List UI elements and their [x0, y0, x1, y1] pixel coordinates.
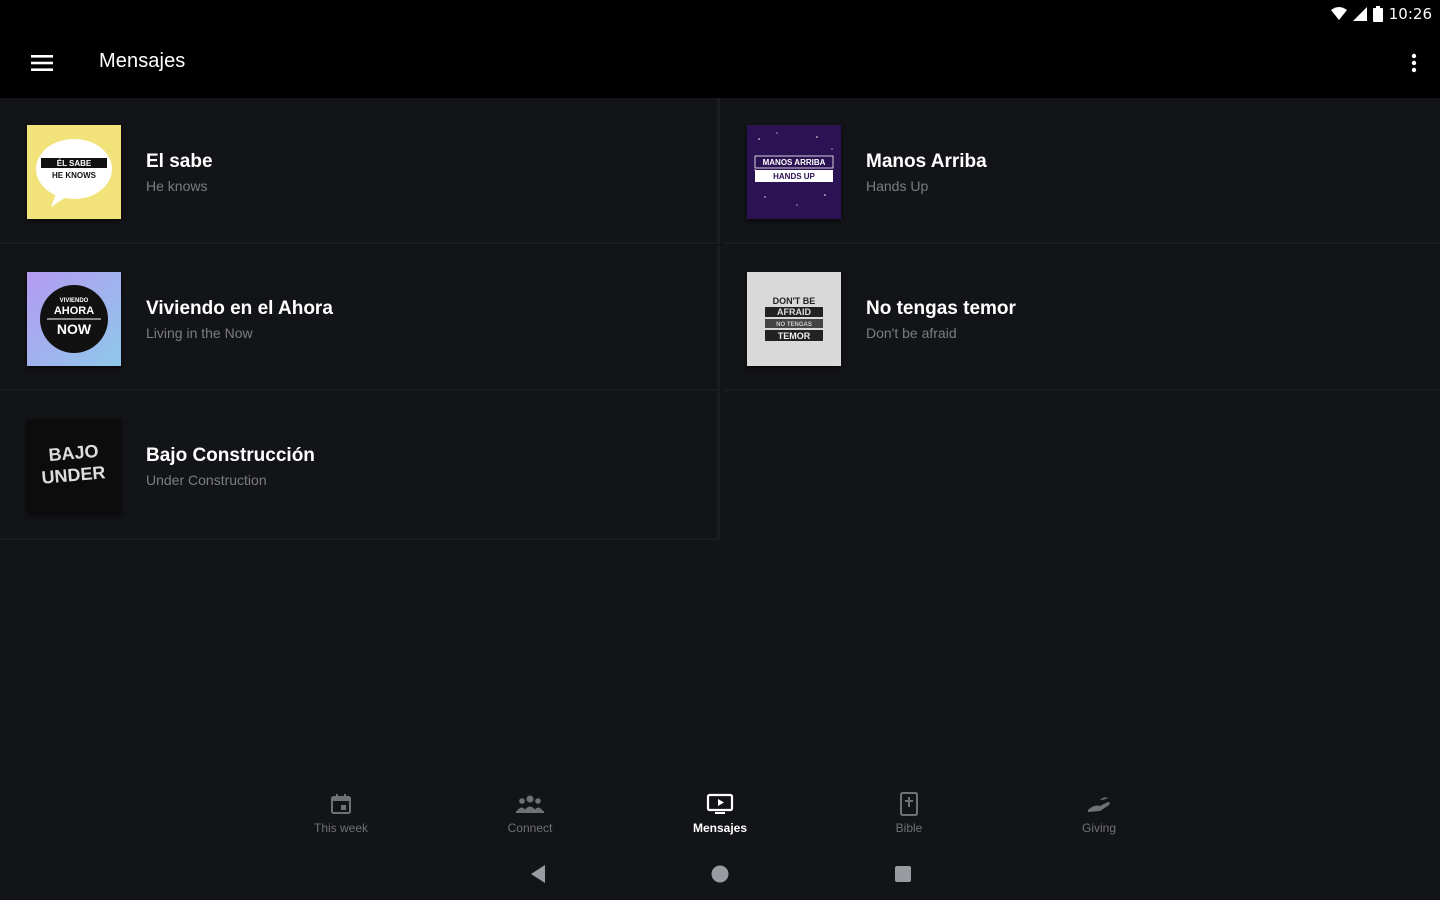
bottom-navigation: This week Connect Mensajes Bible Giving	[0, 782, 1440, 844]
message-title: Viviendo en el Ahora	[146, 298, 333, 319]
nav-label: This week	[313, 821, 369, 835]
starfield-image: MANOS ARRIBA HANDS UP	[754, 132, 834, 206]
status-bar: 10:26	[0, 0, 1440, 28]
recents-icon[interactable]	[889, 860, 917, 888]
nav-tab-bible[interactable]: Bible	[849, 790, 969, 844]
thumb-text: DON'T BE	[773, 296, 816, 306]
message-title: El sabe	[146, 151, 213, 172]
nav-tab-connect[interactable]: Connect	[470, 790, 590, 844]
message-item-bajo-construccion[interactable]: BAJO UNDER Bajo Construcción Under Const…	[0, 392, 720, 540]
message-subtitle: He knows	[146, 178, 208, 194]
thumbnail-manos-arriba: MANOS ARRIBA HANDS UP	[747, 125, 841, 219]
thumb-text: VIVIENDO	[60, 298, 89, 304]
bible-icon	[895, 790, 923, 818]
wifi-icon	[1330, 7, 1347, 20]
thumb-text: NO TENGAS	[776, 322, 812, 328]
nav-tab-this-week[interactable]: This week	[281, 790, 401, 844]
message-subtitle: Under Construction	[146, 472, 267, 488]
speech-bubble-icon: ÉL SABE HE KNOWS	[36, 139, 112, 207]
people-icon	[516, 790, 544, 818]
app-bar: Mensajes	[0, 28, 1440, 98]
nav-label: Giving	[1081, 821, 1116, 835]
tv-play-icon	[706, 790, 734, 818]
status-icons: 10:26	[1330, 5, 1432, 23]
message-title: Manos Arriba	[866, 151, 987, 172]
circle-badge-image: VIVIENDO AHORA NOW	[40, 285, 108, 353]
thumbnail-viviendo: VIVIENDO AHORA NOW	[27, 272, 121, 366]
message-title: No tengas temor	[866, 298, 1016, 319]
nav-tab-giving[interactable]: Giving	[1039, 790, 1159, 844]
status-time: 10:26	[1388, 5, 1432, 23]
thumb-text: ÉL SABE	[57, 159, 92, 168]
thumb-text: NOW	[57, 321, 92, 337]
nav-label: Mensajes	[692, 821, 748, 835]
message-subtitle: Living in the Now	[146, 325, 253, 341]
message-item-viviendo-en-el-ahora[interactable]: VIVIENDO AHORA NOW Viviendo en el Ahora …	[0, 245, 720, 391]
thumb-text: HE KNOWS	[52, 171, 97, 180]
battery-icon	[1372, 6, 1383, 22]
message-item-no-tengas-temor[interactable]: DON'T BE AFRAID NO TENGAS TEMOR No tenga…	[725, 245, 1440, 391]
back-icon[interactable]	[524, 860, 552, 888]
message-subtitle: Don't be afraid	[866, 325, 957, 341]
giving-hand-icon	[1085, 790, 1113, 818]
thumb-text: BAJO	[48, 441, 100, 465]
nav-label: Connect	[507, 821, 553, 835]
thumb-text: AHORA	[54, 305, 94, 317]
hamburger-menu-icon[interactable]	[22, 43, 62, 83]
home-icon[interactable]	[706, 860, 734, 888]
more-vert-icon[interactable]	[1402, 43, 1426, 83]
thumbnail-no-tengas-temor: DON'T BE AFRAID NO TENGAS TEMOR	[747, 272, 841, 366]
page-title: Mensajes	[99, 50, 186, 72]
thumb-text: TEMOR	[778, 331, 811, 341]
nav-label: Bible	[895, 821, 923, 835]
message-title: Bajo Construcción	[146, 445, 315, 466]
nav-tab-mensajes[interactable]: Mensajes	[660, 790, 780, 844]
system-navigation-bar	[0, 848, 1440, 900]
message-subtitle: Hands Up	[866, 178, 929, 194]
thumb-text: HANDS UP	[773, 172, 815, 181]
thumbnail-el-sabe: ÉL SABE HE KNOWS	[27, 125, 121, 219]
thumbnail-bajo-construccion: BAJO UNDER	[27, 419, 121, 513]
calendar-icon	[327, 790, 355, 818]
message-item-el-sabe[interactable]: ÉL SABE HE KNOWS El sabe He knows	[0, 98, 720, 244]
grunge-text-image: BAJO UNDER	[41, 441, 107, 488]
thumb-text: MANOS ARRIBA	[763, 158, 826, 167]
thumb-text: UNDER	[41, 462, 107, 488]
stacked-text-image: DON'T BE AFRAID NO TENGAS TEMOR	[765, 296, 823, 341]
message-item-manos-arriba[interactable]: MANOS ARRIBA HANDS UP Manos Arriba Hands…	[725, 98, 1440, 244]
cell-signal-icon	[1352, 7, 1367, 21]
thumb-text: AFRAID	[777, 307, 811, 317]
